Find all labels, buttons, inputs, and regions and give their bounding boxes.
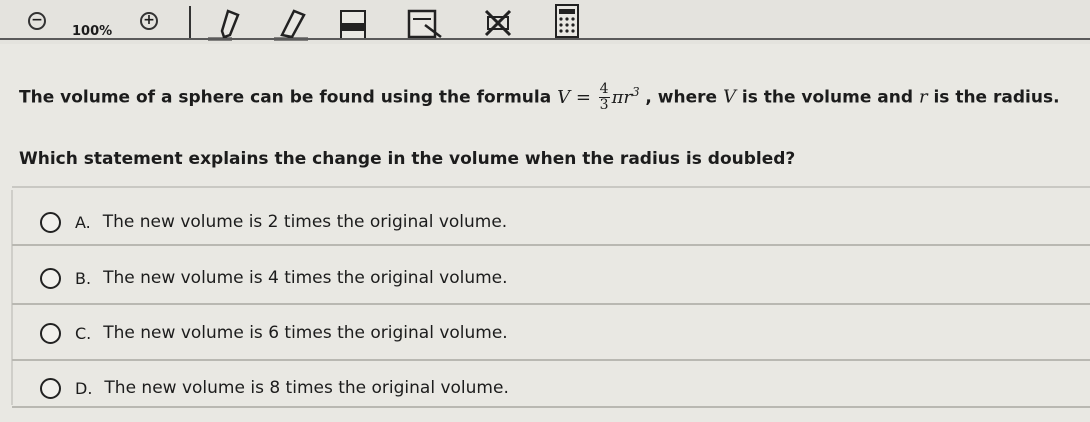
eliminate-button[interactable] <box>478 4 522 42</box>
calculator-button[interactable] <box>552 2 582 40</box>
answer-text: The new volume is 2 times the original v… <box>102 212 508 232</box>
fraction-denominator: 3 <box>599 97 609 113</box>
answer-option-b[interactable]: B. The new volume is 4 times the origina… <box>12 250 1090 306</box>
eraser-button[interactable] <box>263 4 315 42</box>
highlighter-icon <box>340 10 366 40</box>
toolbar: − 100% + <box>0 0 1090 44</box>
zoom-out-button[interactable]: − <box>28 12 46 30</box>
fraction-numerator: 4 <box>598 81 610 98</box>
question-divider <box>12 186 1090 188</box>
fraction: 4 3 <box>598 81 610 113</box>
radio-button-c[interactable] <box>40 322 61 344</box>
calculator-icon <box>555 4 579 38</box>
prompt-text-where: , where <box>645 87 718 108</box>
zoom-out-icon: − <box>28 12 46 30</box>
pencil-button[interactable] <box>200 4 250 42</box>
prompt-text: The volume of a sphere can be found usin… <box>19 87 552 108</box>
volume-formula: V = 4 3 πr3 <box>557 82 645 113</box>
variable-v: V <box>722 86 736 108</box>
formula-exponent: 3 <box>632 84 640 99</box>
radio-button-b[interactable] <box>40 267 61 289</box>
eliminate-icon <box>484 9 512 37</box>
zoom-in-icon: + <box>140 12 158 30</box>
answer-text: The new volume is 4 times the original v… <box>103 268 508 288</box>
toolbar-divider <box>0 38 1090 40</box>
formula-lhs: V = <box>557 86 591 108</box>
question-text: Which statement explains the change in t… <box>19 149 796 169</box>
prompt-text-radius: is the radius. <box>933 87 1060 108</box>
prompt-text-volume: is the volume and <box>741 87 914 108</box>
answer-letter: C. <box>75 323 92 343</box>
variable-r: r <box>918 86 928 108</box>
answer-text: The new volume is 6 times the original v… <box>103 323 508 343</box>
answer-option-c[interactable]: C. The new volume is 6 times the origina… <box>12 305 1090 361</box>
answer-option-a[interactable]: A. The new volume is 2 times the origina… <box>12 194 1090 250</box>
highlighter-button[interactable] <box>335 4 375 42</box>
answer-divider <box>12 244 1090 246</box>
zoom-level: 100% <box>72 24 113 39</box>
toolbar-separator <box>189 6 191 40</box>
answer-letter: B. <box>75 268 92 288</box>
zoom-in-button[interactable]: + <box>140 12 158 30</box>
answer-text: The new volume is 8 times the original v… <box>104 378 509 398</box>
radio-button-d[interactable] <box>40 377 61 399</box>
answer-letter: A. <box>75 212 91 232</box>
eraser-icon <box>274 9 308 41</box>
answer-divider <box>12 406 1090 408</box>
notepad-icon <box>407 9 442 39</box>
notepad-button[interactable] <box>403 4 447 42</box>
answer-letter: D. <box>75 378 93 398</box>
radio-button-a[interactable] <box>40 211 61 233</box>
pencil-icon <box>208 9 240 41</box>
formula-rhs: πr <box>611 86 633 108</box>
problem-statement: The volume of a sphere can be found usin… <box>19 82 1060 113</box>
